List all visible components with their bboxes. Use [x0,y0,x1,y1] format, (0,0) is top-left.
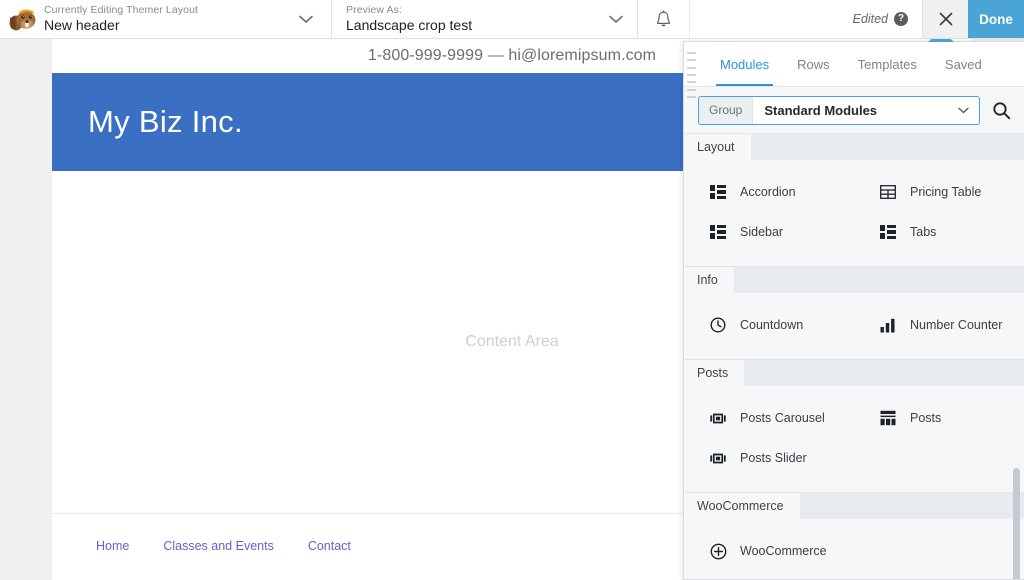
group-select-label: Group [699,96,754,124]
module-grid: Accordion Pricing Table Sidebar Tabs [684,160,1024,266]
preview-as-selector[interactable]: Preview As: Landscape crop test [332,0,638,38]
edited-status: Edited ? [853,0,922,38]
module-label: Accordion [740,185,796,199]
content-panel: Modules Rows Templates Saved Group Stand… [683,41,1024,580]
group-select[interactable]: Group Standard Modules [698,95,980,125]
panel-filter-bar: Group Standard Modules [684,87,1024,134]
content-area-label: Content Area [465,333,559,350]
module-group-woocommerce: WooCommerce WooCommerce [684,493,1024,579]
chevron-down-icon [958,107,979,114]
module-label: Posts Slider [740,451,807,465]
tab-saved[interactable]: Saved [931,42,996,86]
module-group-info: Info Countdown Number Counter [684,267,1024,360]
nav-link-home[interactable]: Home [96,539,129,553]
bar-chart-icon [879,316,897,334]
editor-top-bar: Currently Editing Themer Layout New head… [0,0,1024,39]
edited-status-label: Edited [852,12,888,26]
question-mark-icon[interactable]: ? [894,12,908,26]
contact-info-text: 1-800-999-9999 — hi@loremipsum.com [367,47,657,64]
module-sidebar[interactable]: Sidebar [684,212,854,252]
posts-grid-icon [879,409,897,427]
preview-as-value: Landscape crop test [346,17,473,34]
currently-editing-selector[interactable]: Currently Editing Themer Layout New head… [44,0,332,38]
group-header: Layout [684,134,1024,160]
panel-tab-bar: Modules Rows Templates Saved [684,42,1024,87]
module-list: Layout Accordion Pricing Table Sidebar T… [684,134,1024,579]
layout-blocks-icon [709,183,727,201]
module-countdown[interactable]: Countdown [684,305,854,345]
tab-templates[interactable]: Templates [844,42,931,86]
tab-modules[interactable]: Modules [706,42,783,86]
module-woocommerce[interactable]: WooCommerce [684,531,854,571]
group-header: Info [684,267,1024,293]
module-accordion[interactable]: Accordion [684,172,854,212]
group-header-label: WooCommerce [684,493,800,519]
module-grid: Posts Carousel Posts Posts Slider [684,386,1024,492]
layout-blocks-icon [709,223,727,241]
module-pricing-table[interactable]: Pricing Table [854,172,1024,212]
module-grid: WooCommerce [684,519,1024,579]
panel-scrollbar-thumb[interactable] [1013,468,1020,579]
module-label: Posts [910,411,942,425]
table-grid-icon [879,183,897,201]
preview-as-text: Preview As: Landscape crop test [346,4,472,33]
currently-editing-label: Currently Editing Themer Layout [44,4,199,17]
module-group-posts: Posts Posts Carousel Posts Posts Slider [684,360,1024,493]
group-header: Posts [684,360,1024,386]
module-posts[interactable]: Posts [854,398,1024,438]
module-label: Pricing Table [910,185,982,199]
module-tabs[interactable]: Tabs [854,212,1024,252]
site-title: My Biz Inc. [88,104,243,139]
search-icon[interactable] [990,101,1012,120]
module-number-counter[interactable]: Number Counter [854,305,1024,345]
module-label: WooCommerce [740,544,827,558]
module-grid: Countdown Number Counter [684,293,1024,359]
group-header-label: Posts [684,360,745,386]
module-label: Posts Carousel [740,411,825,425]
close-panel-button[interactable] [922,0,968,38]
chevron-down-icon[interactable] [603,6,629,32]
preview-as-label: Preview As: [346,4,402,17]
module-posts-carousel[interactable]: Posts Carousel [684,398,854,438]
tab-rows[interactable]: Rows [783,42,844,86]
layout-blocks-icon [879,223,897,241]
top-bar-spacer [690,0,853,38]
module-label: Number Counter [910,318,1003,332]
carousel-icon [709,449,727,467]
module-label: Tabs [910,225,937,239]
nav-link-classes-and-events[interactable]: Classes and Events [163,539,273,553]
notifications-button[interactable] [638,0,690,38]
group-header-label: Info [684,267,734,293]
group-header: WooCommerce [684,493,1024,519]
plus-circle-icon [709,542,727,560]
module-group-layout: Layout Accordion Pricing Table Sidebar T… [684,134,1024,267]
beaver-builder-logo-icon [9,9,36,31]
nav-link-contact[interactable]: Contact [308,539,351,553]
group-header-label: Layout [684,134,751,160]
drag-handle-icon[interactable] [687,52,696,98]
module-label: Sidebar [740,225,784,239]
notification-bell-icon [657,10,670,26]
beaver-builder-logo[interactable] [0,0,44,38]
page-builder-app: Currently Editing Themer Layout New head… [0,0,1024,580]
close-x-icon [939,12,952,26]
module-label: Countdown [740,318,804,332]
chevron-down-icon[interactable] [293,6,319,32]
panel-scrollbar-track[interactable] [1013,134,1022,579]
clock-icon [709,316,727,334]
group-select-value: Standard Modules [764,102,878,118]
done-button[interactable]: Done [968,0,1024,38]
module-posts-slider[interactable]: Posts Slider [684,438,854,478]
currently-editing-value: New header [44,17,120,34]
currently-editing-text: Currently Editing Themer Layout New head… [44,4,198,33]
carousel-icon [709,409,727,427]
